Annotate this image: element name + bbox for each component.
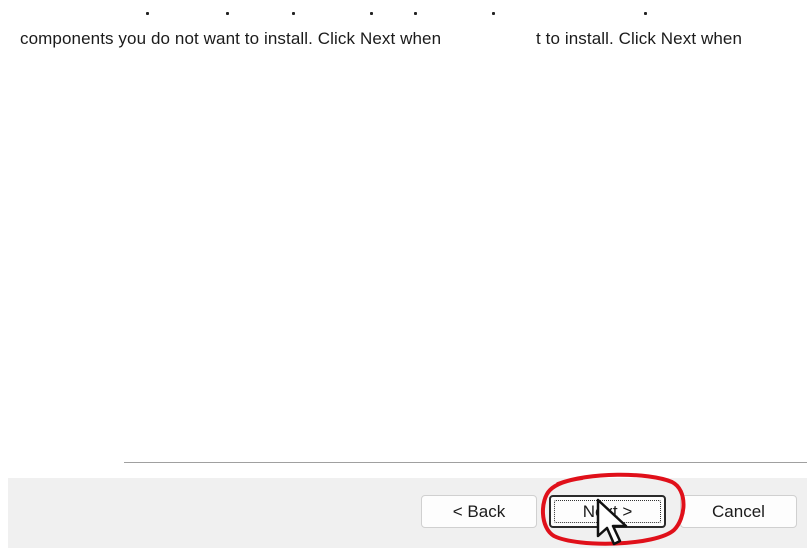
description-text: components you do not want to install. C…	[20, 29, 442, 48]
next-button[interactable]: Next >	[549, 495, 666, 528]
cancel-button[interactable]: Cancel	[680, 495, 797, 528]
back-button-label: < Back	[452, 501, 506, 521]
description-text-duplicate: t to install. Click Next when	[536, 29, 743, 48]
description-pane: components you do not want to install. C…	[8, 0, 807, 460]
separator-highlight	[124, 463, 807, 464]
next-button-label: Next >	[582, 501, 633, 521]
back-button[interactable]: < Back	[421, 495, 537, 528]
cancel-button-label: Cancel	[712, 501, 765, 521]
clipped-text-remnants	[8, 12, 807, 20]
installer-window: components you do not want to install. C…	[0, 0, 807, 548]
